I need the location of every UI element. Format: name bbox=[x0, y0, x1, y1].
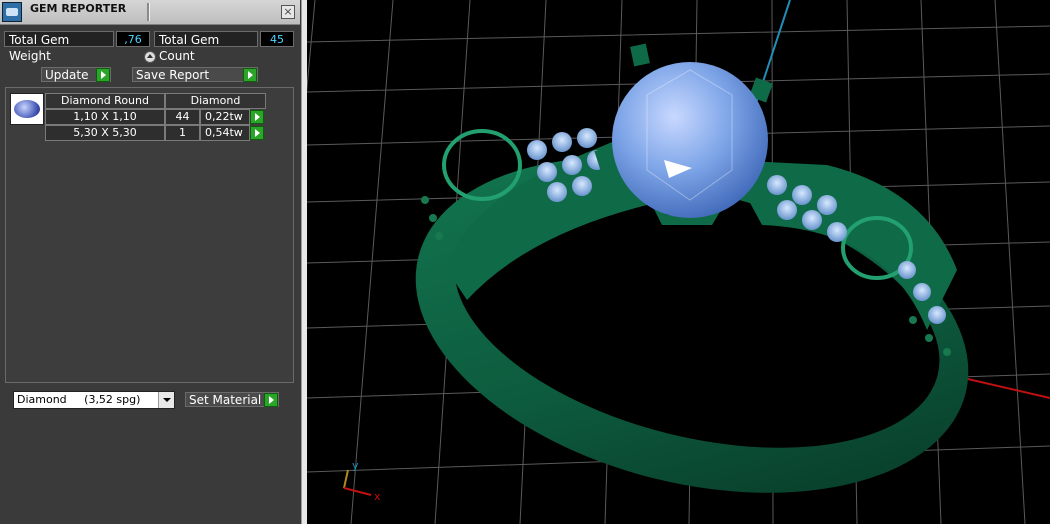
update-button-label: Update bbox=[45, 68, 89, 82]
set-material-play-icon[interactable] bbox=[264, 393, 278, 407]
total-gem-count-value: 45 bbox=[260, 31, 294, 47]
close-icon[interactable]: × bbox=[281, 5, 295, 19]
ring-model bbox=[415, 43, 969, 493]
material-select[interactable]: Diamond (3,52 spg) bbox=[13, 391, 175, 409]
gem-reporter-app-icon bbox=[2, 2, 22, 22]
save-report-button[interactable]: Save Report bbox=[132, 67, 258, 82]
axis-x-label: x bbox=[374, 490, 381, 503]
row-2-count: 1 bbox=[165, 125, 200, 141]
row-1-size: 1,10 X 1,10 bbox=[45, 109, 165, 125]
total-gem-count-label: Total Gem Count bbox=[154, 31, 258, 63]
row-1-play-icon[interactable] bbox=[250, 110, 264, 124]
title-separator bbox=[147, 3, 150, 21]
row-2-weight: 0,54tw bbox=[200, 125, 250, 141]
row-1-count: 44 bbox=[165, 109, 200, 125]
total-gem-weight-label: Total Gem Weight bbox=[4, 31, 114, 63]
total-gem-weight-value: ,76 bbox=[116, 31, 150, 47]
3d-viewport[interactable]: y x bbox=[307, 0, 1050, 524]
title-bar: GEM REPORTER × bbox=[0, 0, 300, 25]
table-header-material: Diamond bbox=[165, 93, 266, 109]
table-header-shape: Diamond Round bbox=[45, 93, 165, 109]
chevron-down-icon[interactable] bbox=[158, 392, 174, 408]
center-diamond bbox=[612, 62, 768, 218]
viewport-scene: y x bbox=[307, 0, 1050, 524]
material-select-value: Diamond (3,52 spg) bbox=[17, 393, 141, 406]
window-title: GEM REPORTER bbox=[30, 2, 127, 15]
save-report-button-label: Save Report bbox=[136, 68, 210, 82]
axis-y-label: y bbox=[352, 459, 359, 472]
axis-gizmo: y x bbox=[343, 459, 381, 503]
set-material-button[interactable]: Set Material bbox=[185, 392, 279, 407]
collapse-icon[interactable] bbox=[144, 51, 156, 63]
save-report-play-icon[interactable] bbox=[243, 68, 257, 82]
set-material-button-label: Set Material bbox=[189, 393, 262, 407]
update-play-icon[interactable] bbox=[96, 68, 110, 82]
update-button[interactable]: Update bbox=[41, 67, 111, 82]
gem-reporter-panel: GEM REPORTER × Total Gem Weight ,76 Tota… bbox=[0, 0, 301, 524]
diamond-round-icon bbox=[10, 93, 44, 125]
row-2-size: 5,30 X 5,30 bbox=[45, 125, 165, 141]
row-2-play-icon[interactable] bbox=[250, 126, 264, 140]
row-1-weight: 0,22tw bbox=[200, 109, 250, 125]
